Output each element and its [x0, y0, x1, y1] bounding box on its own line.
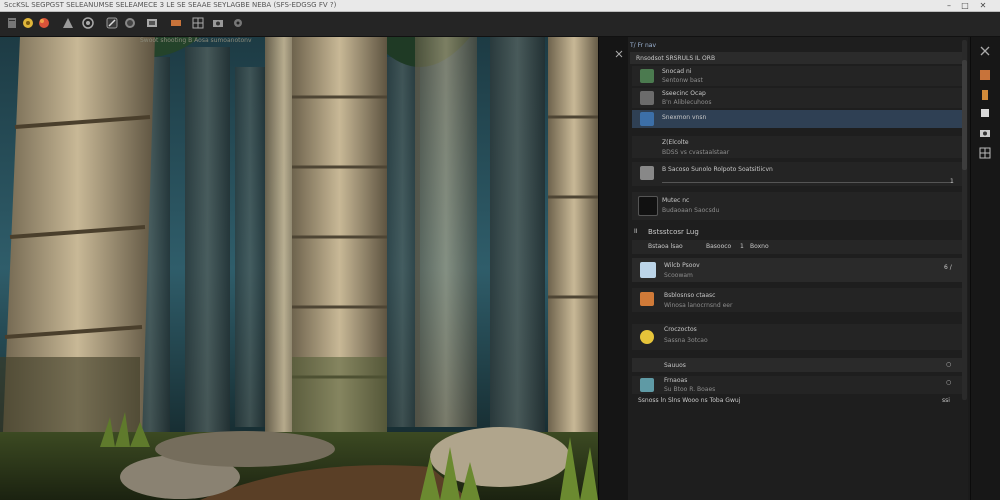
close-button[interactable]: ✕: [976, 0, 990, 11]
value-slider-track[interactable]: [662, 182, 952, 183]
item-name: Z(Elcolte: [662, 139, 689, 146]
item-name: Bsblosnso ctaasc: [664, 292, 716, 299]
clone-icon[interactable]: [124, 17, 136, 29]
item-sub: Sassna 3otcao: [664, 337, 708, 344]
material-thumbnail: [640, 262, 656, 278]
grid-icon[interactable]: [192, 17, 204, 29]
viewport-label: Swoot shooting B Aosa sumoanotonv: [140, 37, 252, 44]
item-name: Sseecinc Ocap: [662, 90, 706, 97]
item-sub: Sentonw bast: [662, 77, 703, 84]
item-sub: BDSS vs cvastaalstaar: [662, 149, 730, 156]
section-index: II: [634, 228, 638, 235]
item-name: Snocad ni: [662, 68, 692, 75]
section-footer-value: ssi: [942, 397, 950, 404]
pin-icon[interactable]: [615, 43, 623, 58]
material-thumbnail: [640, 292, 654, 306]
color-icon[interactable]: [38, 17, 50, 29]
item-sub: Winosa lanocrnsnd eer: [664, 302, 733, 309]
tab-3[interactable]: Boxno: [750, 243, 769, 250]
item-name: Wilcb Psoov: [664, 262, 700, 269]
section-footer: Ssnoss ln Slns Wooo ns Toba Gwuj: [638, 397, 741, 404]
camera-icon[interactable]: [212, 17, 224, 29]
shape-icon[interactable]: [62, 17, 74, 29]
scene-viewport[interactable]: Swoot shooting B Aosa sumoanotonv: [0, 37, 598, 500]
item-name: Frnaoas: [664, 377, 688, 384]
item-name: Mutec nc: [662, 197, 690, 204]
texture-thumbnail: [638, 196, 658, 216]
item-toggle[interactable]: ○: [946, 379, 951, 386]
item-name: Croczoctos: [664, 326, 697, 333]
scrollbar-thumb[interactable]: [962, 60, 967, 170]
item-sub: B'n Aliblecuhoos: [662, 99, 712, 106]
item-value[interactable]: 6 /: [944, 264, 952, 271]
item-sub: Scoowam: [664, 272, 693, 279]
slider-value: 1: [950, 178, 954, 185]
material-thumbnail: [640, 166, 654, 180]
properties-icon[interactable]: [979, 107, 991, 119]
tools-icon[interactable]: [979, 89, 991, 101]
panel-scrollbar[interactable]: [962, 40, 967, 400]
forest-ruins-scene: [0, 37, 598, 500]
panel-header: T/ Fr nav: [630, 42, 657, 49]
item-sub: Su Btoo R. Boaes: [664, 386, 716, 393]
minimize-button[interactable]: –: [942, 0, 956, 11]
material-thumbnail: [640, 330, 654, 344]
tab-1[interactable]: Basooco: [706, 243, 731, 250]
maximize-button[interactable]: □: [958, 0, 972, 11]
section-title: Bstsstcosr Lug: [648, 228, 699, 236]
settings-icon[interactable]: [232, 17, 244, 29]
transform-icon[interactable]: [170, 17, 182, 29]
toolbar: [0, 12, 1000, 37]
camera-icon[interactable]: [979, 127, 991, 139]
tab-0[interactable]: Bstaoa lsao: [648, 243, 683, 250]
material-thumbnail: [640, 91, 654, 105]
layer-icon[interactable]: [146, 17, 158, 29]
item-name: Sauuos: [664, 362, 686, 369]
right-icon-bar: [970, 37, 1000, 500]
item-name: Snexmon vnsn: [662, 114, 707, 121]
item-name: B Sacoso Sunolo Rolpoto Soatsitiicvn: [662, 166, 773, 173]
panel-tool-strip: [598, 37, 629, 500]
layers-icon[interactable]: [979, 69, 991, 81]
material-thumbnail: [640, 378, 654, 392]
material-thumbnail: [640, 112, 654, 126]
close-icon[interactable]: [979, 45, 991, 57]
tab-2[interactable]: 1: [740, 243, 744, 250]
palette-icon[interactable]: [22, 17, 34, 29]
material-thumbnail: [640, 69, 654, 83]
item-toggle[interactable]: ○: [946, 361, 951, 368]
section-title: Rnsodsot SRSRULS IL ORB: [636, 55, 716, 62]
window-title: SccKSL SEGPGST SELEANUMSE SELEAMECE 3 LE…: [4, 1, 337, 9]
grid-icon[interactable]: [979, 147, 991, 159]
mask-icon[interactable]: [82, 17, 94, 29]
file-icon[interactable]: [6, 17, 18, 29]
brush-icon[interactable]: [106, 17, 118, 29]
item-sub: Budaoaan Saocsdu: [662, 207, 720, 214]
title-bar: SccKSL SEGPGST SELEANUMSE SELEAMECE 3 LE…: [0, 0, 1000, 12]
